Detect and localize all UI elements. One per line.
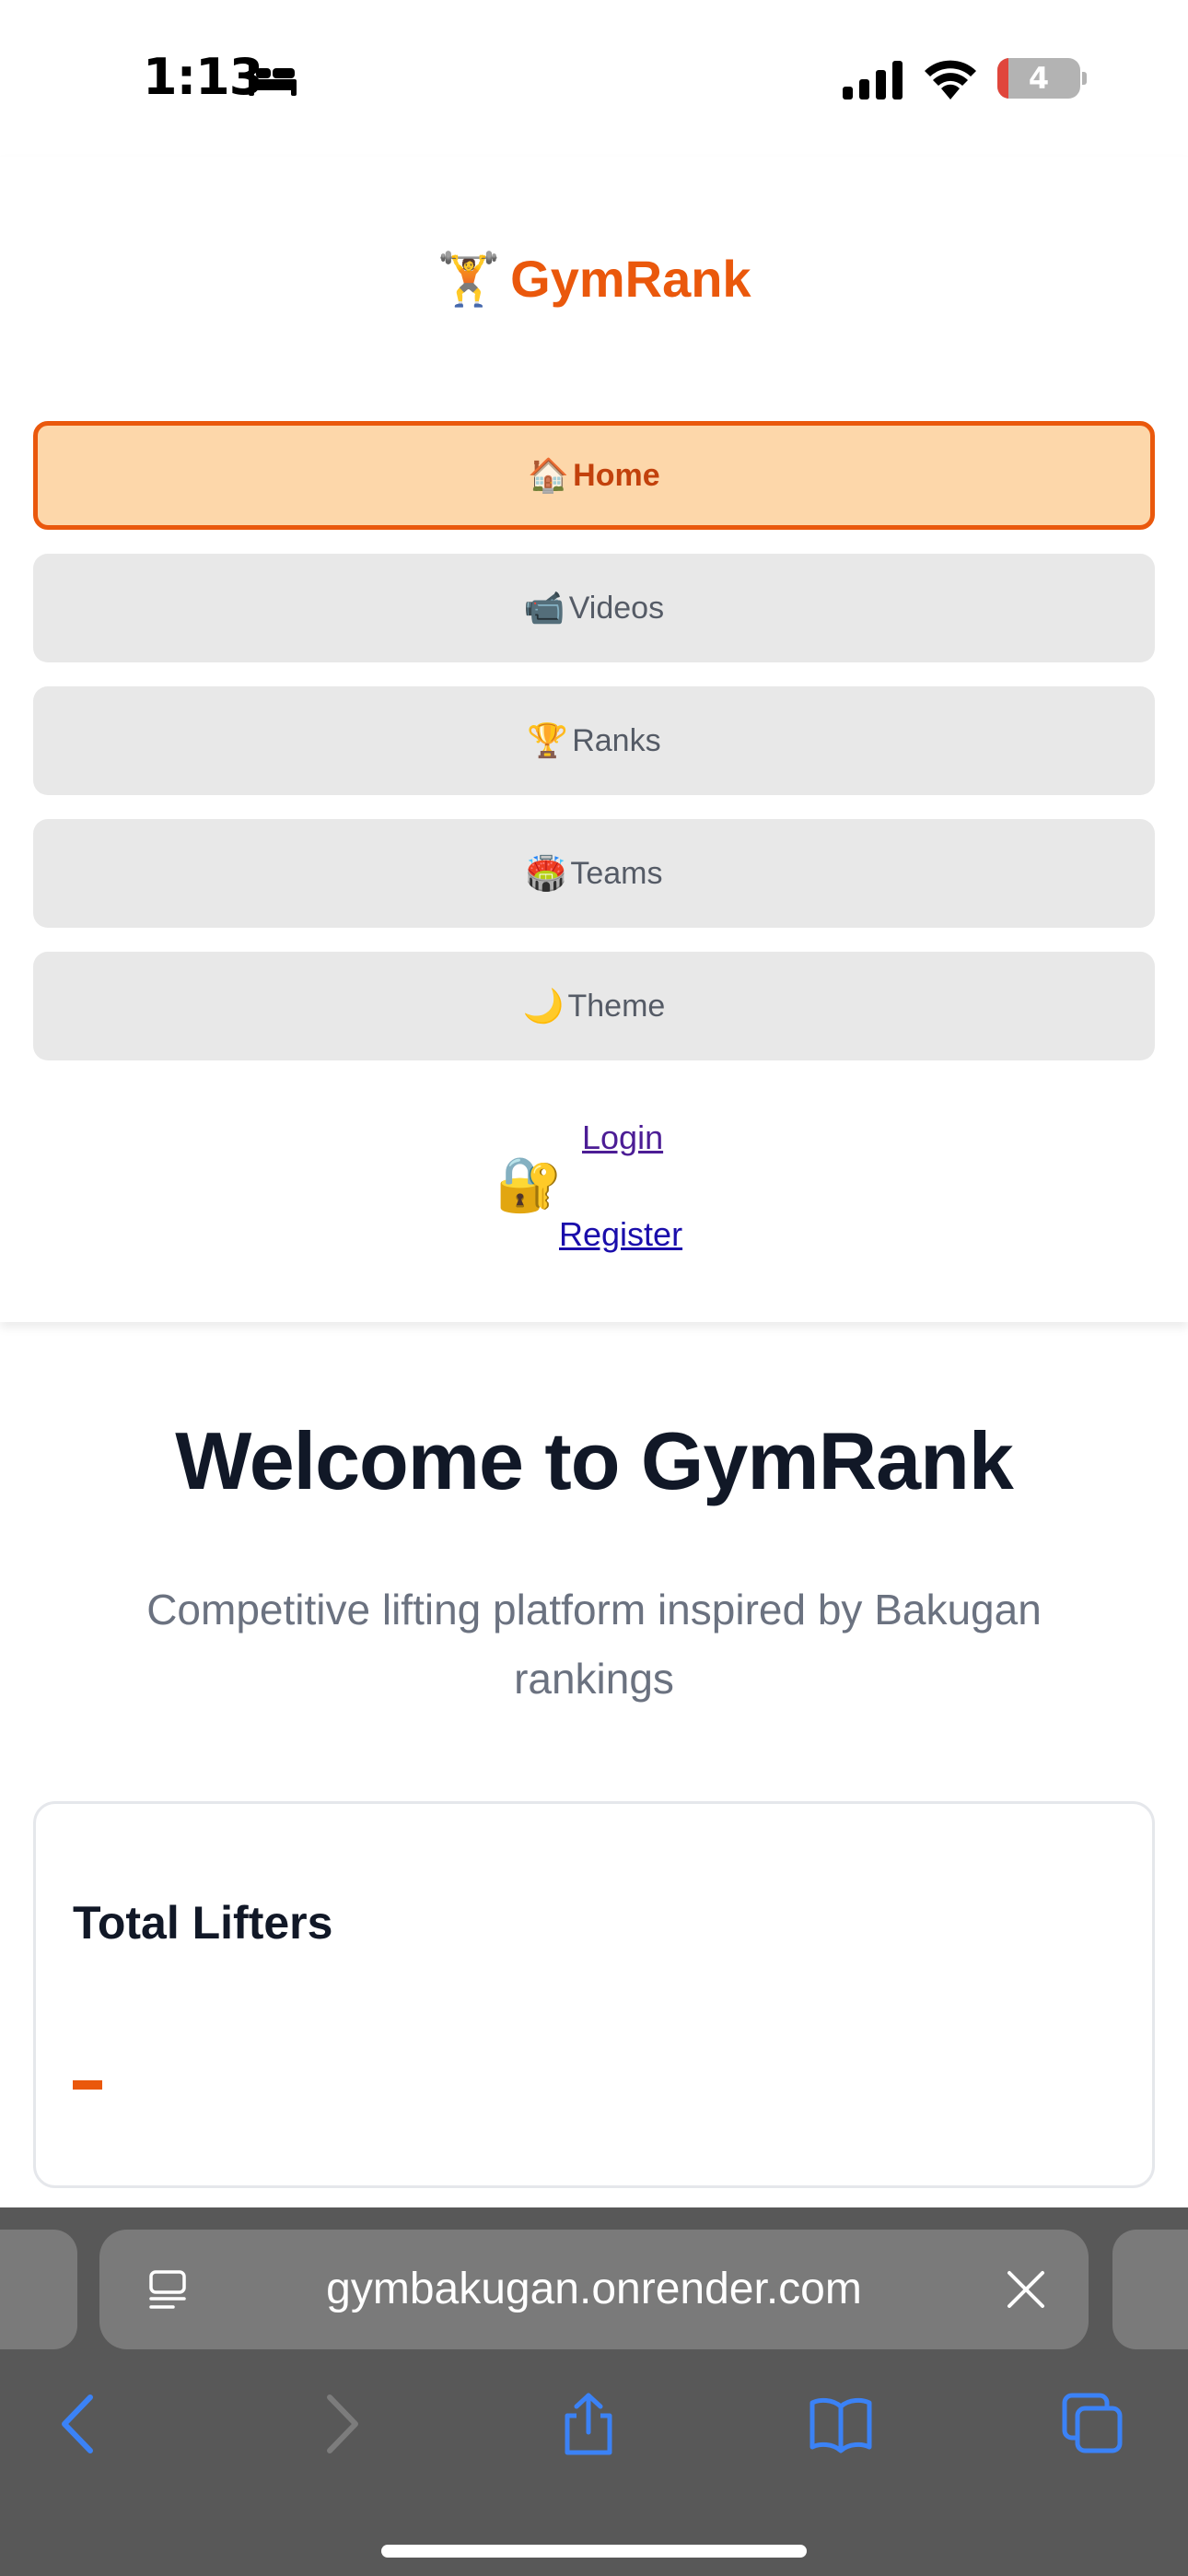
- stadium-icon: 🏟️: [525, 854, 567, 892]
- stat-label: Total Lifters: [73, 1897, 333, 1949]
- nav-videos-label: Videos: [568, 590, 665, 626]
- trophy-icon: 🏆: [527, 721, 569, 759]
- stat-card-total-lifters: Total Lifters: [33, 1801, 1155, 2188]
- stat-value-placeholder: [73, 2080, 102, 2090]
- previous-tab-preview[interactable]: [0, 2230, 77, 2349]
- nav-ranks-label: Ranks: [572, 722, 661, 758]
- battery-level: 4: [1028, 61, 1050, 96]
- wifi-icon: [925, 60, 976, 100]
- house-icon: 🏠: [528, 456, 570, 494]
- page-title: Welcome to GymRank: [175, 1415, 1014, 1506]
- close-icon[interactable]: [1006, 2269, 1046, 2310]
- url-text: gymbakugan.onrender.com: [326, 2265, 862, 2313]
- nav-teams-label: Teams: [570, 855, 663, 891]
- battery-icon: 4: [997, 58, 1080, 99]
- address-bar[interactable]: gymbakugan.onrender.com: [99, 2230, 1089, 2349]
- bed-icon: [249, 64, 297, 96]
- site-header: 🏋️ GymRank 🏠 Home 📹 Videos 🏆 Ranks 🏟️ Teams 🌙…: [0, 157, 1188, 1322]
- browser-toolbar: gymbakugan.onrender.com: [0, 2207, 1188, 2576]
- forward-icon[interactable]: [308, 2392, 372, 2456]
- page-subtitle: Competitive lifting platform inspired by…: [146, 1586, 1042, 1703]
- brand-logo[interactable]: 🏋️ GymRank: [0, 249, 1188, 310]
- video-camera-icon: 📹: [523, 589, 565, 626]
- nav-home-label: Home: [573, 457, 660, 493]
- login-link[interactable]: Login: [582, 1118, 663, 1157]
- status-bar: 1:13 4: [0, 0, 1188, 157]
- back-icon[interactable]: [48, 2392, 112, 2456]
- nav-home-button[interactable]: 🏠 Home: [33, 421, 1155, 530]
- battery-nub: [1082, 72, 1087, 85]
- nav-theme-label: Theme: [567, 988, 666, 1024]
- status-time: 1:13: [143, 48, 263, 106]
- nav-ranks-button[interactable]: 🏆 Ranks: [33, 686, 1155, 795]
- cellular-signal-icon: [843, 61, 903, 100]
- brand-name: GymRank: [510, 250, 751, 308]
- nav-teams-button[interactable]: 🏟️ Teams: [33, 819, 1155, 928]
- moon-icon: 🌙: [522, 987, 565, 1025]
- nav-theme-button[interactable]: 🌙 Theme: [33, 952, 1155, 1060]
- home-indicator[interactable]: [381, 2545, 807, 2558]
- register-link[interactable]: Register: [559, 1215, 682, 1254]
- weightlifter-icon: 🏋️: [437, 250, 502, 308]
- lock-key-icon: 🔐: [495, 1154, 563, 1214]
- next-tab-preview[interactable]: [1112, 2230, 1188, 2349]
- share-icon[interactable]: [556, 2392, 621, 2456]
- tabs-icon[interactable]: [1061, 2392, 1125, 2456]
- bookmarks-icon[interactable]: [809, 2392, 873, 2456]
- nav-videos-button[interactable]: 📹 Videos: [33, 554, 1155, 662]
